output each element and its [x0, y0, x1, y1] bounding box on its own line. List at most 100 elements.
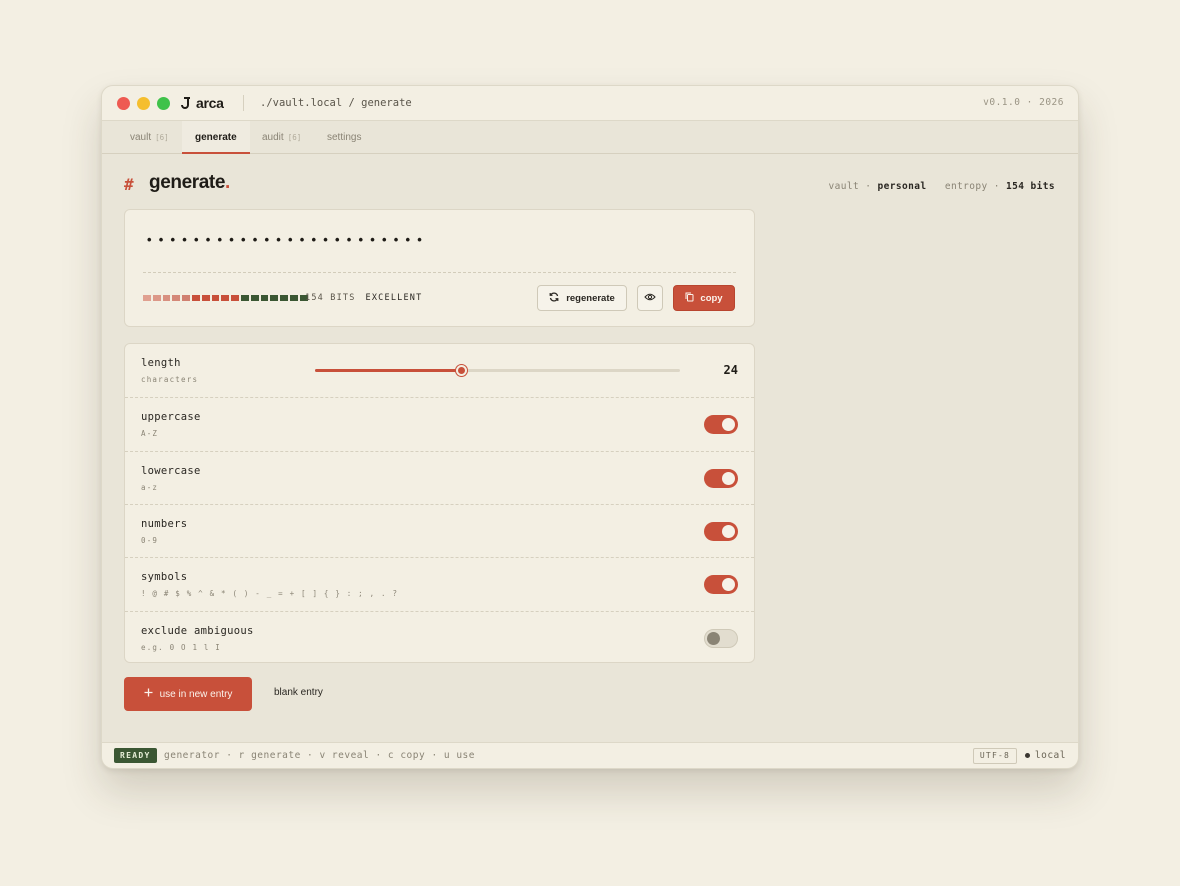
- lowercase-toggle[interactable]: [704, 468, 738, 488]
- reveal-button[interactable]: [637, 285, 663, 311]
- vault-meta: vault · personal entropy · 154 bits: [829, 181, 1055, 192]
- title-bar: arca ./vault.local / generate v0.1.0 · 2…: [102, 86, 1078, 121]
- option-numbers: numbers 0-9: [125, 503, 754, 557]
- symbols-toggle[interactable]: [704, 575, 738, 595]
- vault-value: personal: [877, 181, 927, 192]
- toggle-knob: [722, 578, 735, 592]
- vault-label: vault ·: [828, 181, 872, 192]
- exclude-ambiguous-toggle[interactable]: [704, 628, 738, 648]
- strength-segment: [270, 295, 279, 301]
- strength-bits: 154 BITS: [305, 293, 356, 303]
- location-label: local: [1034, 750, 1066, 761]
- option-label: exclude ambiguous: [141, 624, 254, 637]
- strength-segment: [280, 295, 288, 301]
- strength-segment: [211, 295, 220, 301]
- brand: arca: [181, 95, 224, 111]
- option-sub: A-Z: [141, 429, 159, 439]
- page-title-dot: .: [225, 172, 230, 193]
- option-sub: e.g. 0 O 1 l I: [141, 642, 222, 652]
- option-label: uppercase: [141, 411, 201, 424]
- option-label: lowercase: [141, 464, 201, 477]
- strength-segment: [152, 295, 161, 301]
- option-label: numbers: [141, 517, 188, 530]
- divider: [143, 272, 736, 273]
- maximize-window-button[interactable]: [157, 97, 170, 110]
- location-indicator: local: [1024, 750, 1066, 761]
- tab-label: generate: [195, 132, 237, 143]
- numbers-toggle[interactable]: [704, 521, 738, 541]
- tab-count: [6]: [155, 133, 169, 142]
- toggle-knob: [707, 631, 720, 645]
- page-title-text: generate: [149, 172, 226, 193]
- use-in-new-entry-button[interactable]: use in new entry: [124, 677, 252, 711]
- option-lowercase: lowercase a-z: [125, 450, 754, 504]
- length-slider[interactable]: [315, 365, 680, 376]
- strength-segment: [201, 295, 210, 301]
- tab-label: audit: [262, 132, 284, 143]
- tab-label: vault: [130, 132, 152, 143]
- heading-hash: #: [124, 175, 134, 194]
- minimize-window-button[interactable]: [137, 97, 150, 110]
- password-display[interactable]: ••••••••••••••••••••••••: [147, 232, 429, 247]
- tab-audit[interactable]: audit [6]: [249, 121, 314, 154]
- entropy-label: entropy ·: [944, 181, 1000, 192]
- tab-label: settings: [327, 132, 362, 143]
- option-length: length characters 24: [125, 344, 754, 397]
- options-card: length characters 24 uppercase A-Z lower…: [124, 343, 755, 663]
- arca-logo-icon: [181, 96, 192, 110]
- title-divider: [243, 95, 244, 111]
- option-sub: characters: [141, 375, 199, 384]
- length-value: 24: [723, 363, 738, 377]
- strength-meter: [143, 295, 308, 301]
- use-in-new-entry-label: use in new entry: [159, 688, 233, 700]
- strength-segment: [260, 295, 269, 301]
- strength-segment: [231, 295, 239, 301]
- encoding-badge: UTF-8: [972, 748, 1017, 764]
- strength-segment: [250, 295, 259, 301]
- password-card: •••••••••••••••••••••••• 154 BITS EXCELLE…: [124, 209, 755, 327]
- status-dot-icon: [1024, 753, 1030, 758]
- strength-segment: [143, 295, 151, 301]
- regenerate-label: regenerate: [566, 292, 615, 304]
- tab-bar: vault [6] generate audit [6] settings: [102, 121, 1078, 154]
- regenerate-button[interactable]: regenerate: [537, 285, 627, 311]
- slider-thumb[interactable]: [455, 365, 467, 376]
- tab-vault[interactable]: vault [6]: [117, 121, 182, 154]
- uppercase-toggle[interactable]: [704, 415, 738, 435]
- strength-segment: [191, 295, 200, 301]
- status-bar: READY generator · r generate · v reveal …: [102, 742, 1078, 768]
- strength-segment: [182, 295, 190, 301]
- tab-count: [6]: [287, 133, 302, 142]
- version-label: v0.1.0 · 2026: [983, 97, 1064, 108]
- option-label: symbols: [141, 571, 188, 584]
- option-uppercase: uppercase A-Z: [125, 397, 754, 450]
- status-badge: READY: [114, 748, 157, 763]
- shortcut-hints: generator · r generate · v reveal · c co…: [164, 750, 475, 761]
- strength-text: 154 BITS EXCELLENT: [305, 293, 422, 303]
- close-window-button[interactable]: [117, 97, 130, 110]
- strength-segment: [162, 295, 171, 301]
- option-sub: 0-9: [141, 535, 159, 545]
- page-title: generate.: [149, 172, 230, 194]
- option-sub: a-z: [141, 482, 159, 492]
- brand-name: arca: [196, 95, 224, 111]
- option-sub: ! @ # $ % ^ & * ( ) - _ = + [ ] { } : ; …: [141, 589, 399, 599]
- strength-segment: [172, 295, 181, 301]
- refresh-icon: [549, 291, 559, 305]
- toggle-knob: [722, 471, 735, 485]
- blank-entry-button[interactable]: blank entry: [274, 687, 323, 698]
- strength-segment: [289, 295, 298, 301]
- copy-icon: [685, 292, 694, 305]
- strength-segment: [240, 295, 249, 301]
- breadcrumb-path: ./vault.local / generate: [260, 97, 412, 109]
- entropy-value: 154 bits: [1006, 181, 1055, 192]
- copy-button[interactable]: copy: [673, 285, 735, 311]
- option-symbols: symbols ! @ # $ % ^ & * ( ) - _ = + [ ] …: [125, 557, 754, 610]
- copy-label: copy: [700, 292, 723, 304]
- toggle-knob: [722, 524, 735, 538]
- strength-segment: [221, 295, 230, 301]
- tab-generate[interactable]: generate: [182, 121, 250, 154]
- tab-settings[interactable]: settings: [314, 121, 374, 154]
- option-label: length: [141, 357, 181, 369]
- strength-rating: EXCELLENT: [365, 293, 423, 303]
